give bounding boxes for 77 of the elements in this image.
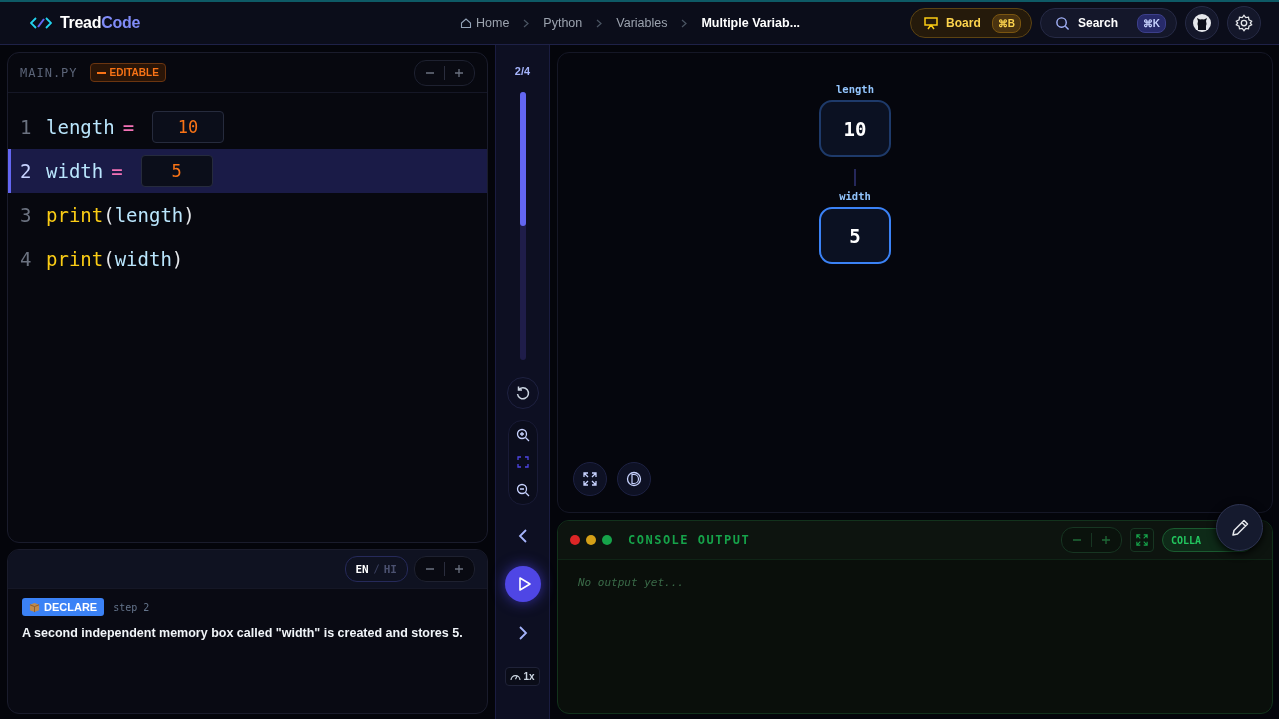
window-dot bbox=[586, 535, 596, 545]
chevron-icon bbox=[681, 18, 688, 28]
board-button[interactable]: Board ⌘B bbox=[910, 8, 1032, 38]
shortcut-badge: ⌘K bbox=[1136, 13, 1166, 33]
line-number: 2 bbox=[20, 160, 33, 182]
code-line[interactable]: 3 print(length) bbox=[8, 193, 487, 237]
value-input-field[interactable]: 5 bbox=[140, 155, 213, 187]
search-icon bbox=[1055, 15, 1070, 31]
step-label: step 2 bbox=[113, 601, 150, 613]
parenthesis: ( bbox=[103, 204, 115, 226]
logo-icon bbox=[30, 15, 52, 31]
home-icon bbox=[460, 17, 472, 29]
expand-button[interactable] bbox=[1129, 528, 1154, 552]
operator: = bbox=[122, 116, 135, 138]
function-name: print bbox=[46, 204, 104, 226]
plus-icon bbox=[454, 67, 464, 78]
settings-button[interactable] bbox=[1227, 6, 1261, 40]
reset-button[interactable] bbox=[506, 377, 539, 409]
explanation-text: A second independent memory box called "width" is created and stores 5. bbox=[22, 626, 464, 640]
logo-text[interactable]: TreadCode bbox=[60, 14, 140, 32]
console-title: CONSOLE OUTPUT bbox=[628, 533, 751, 547]
line-number: 1 bbox=[20, 116, 33, 138]
value-input-field[interactable]: 10 bbox=[152, 111, 225, 143]
variable-label: width bbox=[839, 190, 871, 202]
line-number: 4 bbox=[20, 248, 33, 270]
variable-name: length bbox=[46, 116, 115, 138]
function-name: print bbox=[46, 248, 104, 270]
code-line[interactable]: 1 length = 10 bbox=[8, 105, 487, 149]
reset-icon bbox=[514, 385, 531, 401]
chevron-left-icon bbox=[517, 529, 528, 543]
memory-box: 10 bbox=[819, 100, 891, 157]
chevron-right-icon bbox=[517, 626, 528, 640]
contrast-icon bbox=[626, 471, 642, 487]
theme-button[interactable] bbox=[617, 462, 651, 496]
console-output-field: No output yet... bbox=[558, 560, 1272, 713]
expand-icon bbox=[1135, 534, 1148, 546]
chevron-icon bbox=[523, 18, 530, 28]
variable-name: width bbox=[46, 160, 104, 182]
package-icon bbox=[29, 601, 40, 613]
shortcut-badge: ⌘B bbox=[991, 13, 1021, 33]
slash-divider bbox=[373, 564, 379, 574]
parenthesis: ( bbox=[103, 248, 115, 270]
presentation-icon bbox=[923, 15, 940, 31]
step-type-tag: DECLARE bbox=[22, 598, 105, 616]
fullscreen-button[interactable] bbox=[573, 462, 607, 496]
operator: = bbox=[111, 160, 123, 182]
breadcrumb-link[interactable]: Multiple Variab... bbox=[701, 16, 801, 30]
breadcrumb-link[interactable]: Home bbox=[460, 16, 510, 30]
settings-icon bbox=[1235, 14, 1253, 32]
fit-view-icon[interactable] bbox=[516, 456, 529, 469]
file-name: MAIN.PY bbox=[20, 65, 78, 80]
variable-label: length bbox=[836, 83, 874, 95]
play-button[interactable] bbox=[504, 566, 541, 602]
speed-button[interactable]: 1x bbox=[505, 667, 540, 686]
plus-icon bbox=[1100, 535, 1111, 545]
memory-box: 5 bbox=[819, 207, 891, 264]
breadcrumb-link[interactable]: Python bbox=[543, 16, 583, 30]
connector-line bbox=[854, 169, 856, 186]
search-button[interactable]: Search ⌘K bbox=[1040, 8, 1177, 38]
breadcrumb-link[interactable]: Variables bbox=[616, 16, 668, 30]
language-option[interactable]: EN bbox=[355, 562, 369, 576]
code-line[interactable]: 4 print(width) bbox=[8, 237, 487, 281]
line-number: 3 bbox=[20, 204, 33, 226]
editable-badge: EDITABLE bbox=[89, 63, 166, 82]
chevron-icon bbox=[596, 18, 603, 28]
zoom-out-icon[interactable] bbox=[515, 482, 530, 497]
plus-icon bbox=[454, 564, 464, 574]
zoom-in-icon[interactable] bbox=[515, 428, 530, 443]
variable-name: width bbox=[114, 248, 172, 270]
window-dot bbox=[570, 535, 580, 545]
gauge-icon bbox=[510, 672, 522, 681]
expand-icon bbox=[583, 472, 597, 486]
parenthesis: ) bbox=[183, 204, 195, 226]
parenthesis: ) bbox=[171, 248, 184, 270]
window-dot bbox=[602, 535, 612, 545]
variable-name: length bbox=[114, 204, 184, 226]
step-counter: 2/4 bbox=[514, 65, 531, 77]
